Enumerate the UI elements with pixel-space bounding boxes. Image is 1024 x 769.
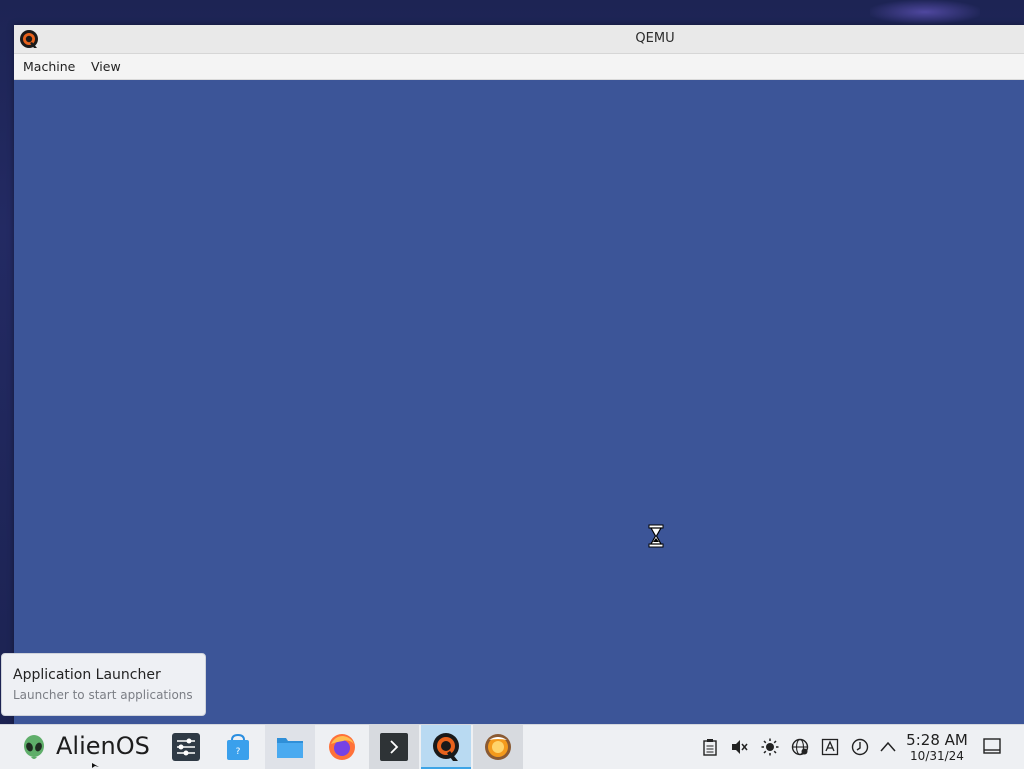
alien-icon xyxy=(24,735,44,759)
terminal-icon xyxy=(380,733,408,761)
guest-display[interactable] xyxy=(14,80,1024,724)
discover-store-icon: ? xyxy=(227,733,249,760)
tooltip-subtitle: Launcher to start applications xyxy=(13,688,193,702)
tooltip-title: Application Launcher xyxy=(13,667,161,683)
taskbar: AlienOS ? 5:28 AM 10/31/24 xyxy=(0,724,1024,769)
task-discover-store[interactable]: ? xyxy=(213,725,263,769)
qemu-taskbar-icon xyxy=(433,733,459,761)
task-firefox[interactable] xyxy=(317,725,367,769)
app-orange-icon xyxy=(485,734,511,760)
input-method-icon[interactable] xyxy=(821,738,839,756)
updates-icon[interactable] xyxy=(851,738,869,756)
volume-muted-icon[interactable] xyxy=(730,738,748,756)
show-desktop-icon[interactable] xyxy=(983,738,1001,754)
svg-text:?: ? xyxy=(236,747,241,757)
brightness-icon[interactable] xyxy=(761,738,779,756)
window-title: QEMU xyxy=(635,31,675,46)
window-titlebar[interactable]: QEMU xyxy=(14,25,1024,54)
chevron-up-icon[interactable] xyxy=(879,738,897,756)
clipboard-icon[interactable] xyxy=(701,738,719,756)
task-app-orange[interactable] xyxy=(473,725,523,769)
menu-bar: Machine View xyxy=(14,54,1024,80)
task-system-settings[interactable] xyxy=(161,725,211,769)
clock-date[interactable]: 10/31/24 xyxy=(906,749,968,763)
launcher-tooltip: Application Launcher Launcher to start a… xyxy=(1,653,206,716)
menu-view[interactable]: View xyxy=(87,54,125,79)
network-icon[interactable] xyxy=(791,738,809,756)
file-manager-icon xyxy=(277,738,303,758)
mouse-pointer-icon xyxy=(92,763,99,768)
clock-time[interactable]: 5:28 AM xyxy=(906,731,968,749)
qemu-window: QEMU Machine View xyxy=(14,25,1024,724)
task-file-manager[interactable] xyxy=(265,725,315,769)
task-qemu[interactable] xyxy=(421,725,471,769)
menu-machine[interactable]: Machine xyxy=(19,54,79,79)
firefox-icon xyxy=(329,734,355,760)
launcher-label: AlienOS xyxy=(56,732,150,760)
system-settings-icon xyxy=(172,733,200,761)
task-terminal[interactable] xyxy=(369,725,419,769)
desktop-glow xyxy=(870,0,980,24)
hourglass-cursor-icon xyxy=(648,524,664,548)
application-launcher-button[interactable]: AlienOS xyxy=(14,725,162,769)
